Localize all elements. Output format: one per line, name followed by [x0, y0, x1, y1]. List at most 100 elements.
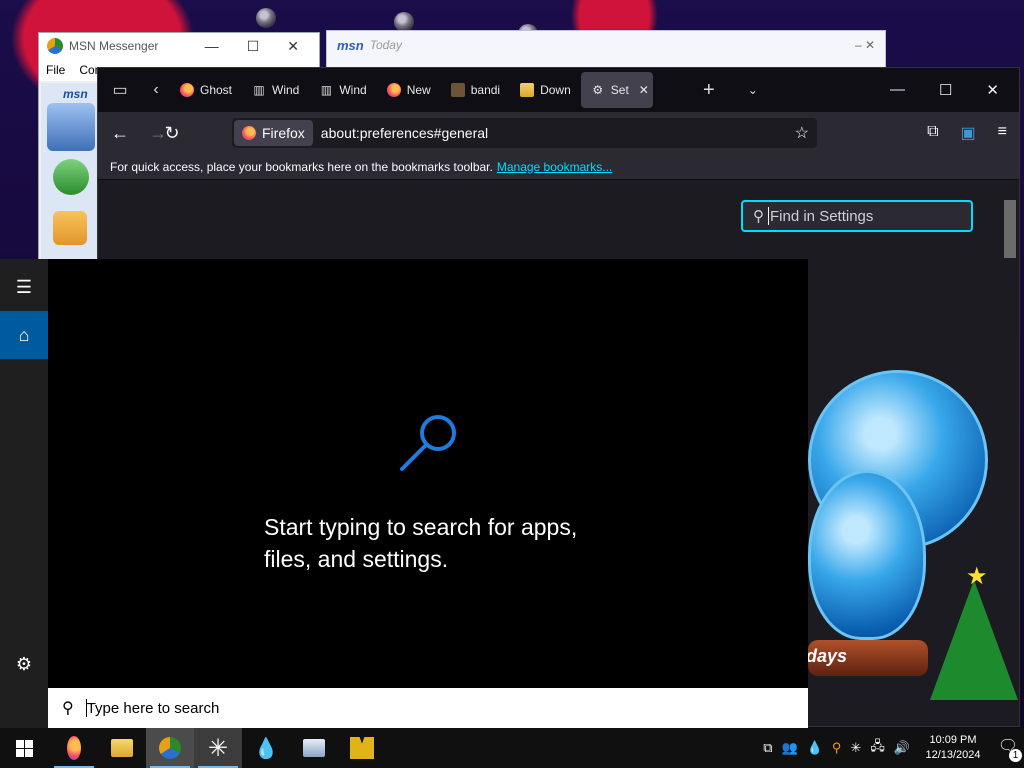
gear-icon: ⚙: [592, 83, 604, 97]
countdown-days-label: days: [806, 646, 848, 666]
tab-new[interactable]: New: [377, 72, 441, 108]
minimize-icon[interactable]: —: [205, 38, 219, 55]
system-tray: ⧉ 👥 💧 ⚲ ✳ 🖧 🔊 10:09 PM 12/13/2024 🗨 1: [763, 733, 1024, 763]
windows-logo-icon: [15, 739, 33, 757]
firefox-window-controls[interactable]: — ☐ ✕: [890, 81, 1019, 99]
find-in-settings-input[interactable]: ⚲ Find in Settings: [741, 200, 973, 232]
tab-windows-2[interactable]: ▥ Wind: [309, 72, 376, 108]
search-icon: ⚲: [62, 700, 74, 717]
taskbar: ✳ 💧 ⧉ 👥 💧 ⚲ ✳ 🖧 🔊 10:09 PM 12/13/2024 🗨 …: [0, 728, 1024, 768]
settings-gear-icon[interactable]: ⚙: [0, 640, 48, 688]
taskbar-droplet-app[interactable]: 💧: [242, 728, 290, 768]
search-tray-icon[interactable]: ⚲: [832, 740, 842, 756]
firefox-view-icon[interactable]: ▭: [98, 80, 142, 100]
tab-label: Wind: [272, 83, 300, 97]
tab-label: Ghost: [200, 83, 233, 97]
start-search-box[interactable]: ⚲ Type here to search: [48, 688, 808, 728]
tab-label: Set: [610, 83, 629, 97]
msn-title-bar[interactable]: MSN Messenger — ☐ ✕: [39, 33, 319, 59]
back-arrow-icon[interactable]: ←: [110, 123, 130, 144]
account-badge-icon[interactable]: ▣: [961, 123, 976, 143]
msn-bell-icon[interactable]: [53, 211, 87, 245]
maximize-icon[interactable]: ☐: [247, 38, 260, 55]
search-magnifier-icon: [400, 415, 456, 471]
action-center-icon[interactable]: 🗨 1: [996, 736, 1022, 762]
library-icon: ▥: [253, 83, 265, 97]
taskbar-asterisk-app[interactable]: ✳: [194, 728, 242, 768]
tab-label: New: [406, 83, 431, 97]
tab-label: Down: [540, 83, 571, 97]
task-view-icon[interactable]: ⧉: [763, 740, 772, 756]
find-placeholder: Find in Settings: [770, 207, 874, 225]
start-rail: ☰ ⌂ ⚙: [0, 259, 48, 728]
asterisk-tray-icon[interactable]: ✳: [850, 740, 861, 756]
extensions-puzzle-icon[interactable]: ⧉: [927, 123, 938, 143]
tab-close-icon[interactable]: ✕: [639, 83, 649, 97]
tab-settings[interactable]: ⚙ Set ✕: [580, 72, 653, 108]
taskbar-control-panel[interactable]: [290, 728, 338, 768]
clock[interactable]: 10:09 PM 12/13/2024: [919, 733, 987, 763]
clock-time: 10:09 PM: [929, 734, 977, 746]
folder-icon: [520, 83, 535, 97]
menu-file[interactable]: File: [46, 63, 65, 77]
volume-icon[interactable]: 🔊: [894, 740, 910, 756]
search-placeholder: Type here to search: [86, 699, 220, 717]
droplet-icon: 💧: [253, 737, 279, 760]
msn-butterfly-icon: [159, 737, 181, 759]
tab-windows-1[interactable]: ▥ Wind: [242, 72, 309, 108]
minimize-icon[interactable]: —: [890, 81, 905, 99]
snowball-decoration: [394, 12, 414, 32]
identity-label: Firefox: [262, 125, 305, 141]
msn-window-controls[interactable]: — ☐ ✕: [205, 38, 319, 55]
tree-star-icon: ★: [966, 563, 988, 590]
tab-ghost[interactable]: Ghost: [170, 72, 242, 108]
asterisk-icon: ✳: [207, 734, 229, 762]
taskbar-game-app[interactable]: [338, 728, 386, 768]
hamburger-menu-icon[interactable]: ☰: [0, 263, 48, 311]
game-app-icon: [350, 737, 374, 759]
firefox-icon: [67, 736, 81, 760]
identity-box[interactable]: Firefox: [234, 120, 313, 146]
home-icon[interactable]: ⌂: [0, 311, 48, 359]
droplet-tray-icon[interactable]: 💧: [807, 740, 823, 756]
msn-today-title: Today: [369, 38, 402, 52]
notification-count: 1: [1009, 749, 1022, 762]
tab-strip: ▭ ‹ Ghost ▥ Wind ▥ Wind New bandi Down ⚙ Se…: [98, 68, 1019, 112]
search-hint-text: Start typing to search for apps, files, …: [264, 514, 578, 572]
url-text[interactable]: about:preferences#general: [321, 125, 488, 141]
tab-bandicam[interactable]: bandi: [441, 72, 510, 108]
people-icon[interactable]: 👥: [782, 740, 798, 756]
text-caret: [768, 207, 769, 225]
close-icon[interactable]: ✕: [986, 81, 999, 99]
close-icon[interactable]: ✕: [287, 38, 299, 55]
folder-icon: [111, 739, 133, 757]
msn-today-window[interactable]: msn Today – ✕: [326, 30, 886, 70]
msn-today-title-bar[interactable]: msn Today – ✕: [327, 31, 885, 59]
tab-scroll-left-icon[interactable]: ‹: [142, 81, 170, 99]
network-icon[interactable]: 🖧: [870, 737, 885, 759]
tab-label: bandi: [470, 83, 501, 97]
start-menu: ☰ ⌂ ⚙ Start typing to search for apps, f…: [0, 259, 808, 728]
toolbar-right-buttons: ⧉ ▣ ≡: [927, 123, 1007, 143]
library-icon: ▥: [320, 83, 333, 97]
msn-today-controls[interactable]: – ✕: [855, 38, 885, 52]
tab-list-chevron-icon[interactable]: ⌄: [731, 83, 775, 97]
bookmark-star-icon[interactable]: ☆: [795, 123, 817, 143]
tab-downloads[interactable]: Down: [510, 72, 581, 108]
menu-hamburger-icon[interactable]: ≡: [998, 123, 1007, 143]
new-tab-icon[interactable]: +: [687, 79, 731, 102]
msn-contact-icon[interactable]: [53, 159, 89, 195]
url-bar[interactable]: Firefox about:preferences#general ☆: [232, 118, 817, 148]
scrollbar-thumb[interactable]: [1004, 200, 1016, 258]
taskbar-firefox[interactable]: [50, 728, 98, 768]
msn-avatar-tile[interactable]: [47, 103, 95, 151]
start-button[interactable]: [0, 728, 48, 768]
forward-arrow-icon[interactable]: →: [148, 123, 168, 144]
bookmarks-hint: For quick access, place your bookmarks h…: [110, 159, 493, 174]
maximize-icon[interactable]: ☐: [939, 81, 952, 99]
taskbar-msn-messenger[interactable]: [146, 728, 194, 768]
firefox-icon: [180, 83, 194, 97]
taskbar-file-explorer[interactable]: [98, 728, 146, 768]
manage-bookmarks-link[interactable]: Manage bookmarks...: [497, 160, 612, 174]
tab-label: Wind: [339, 83, 367, 97]
